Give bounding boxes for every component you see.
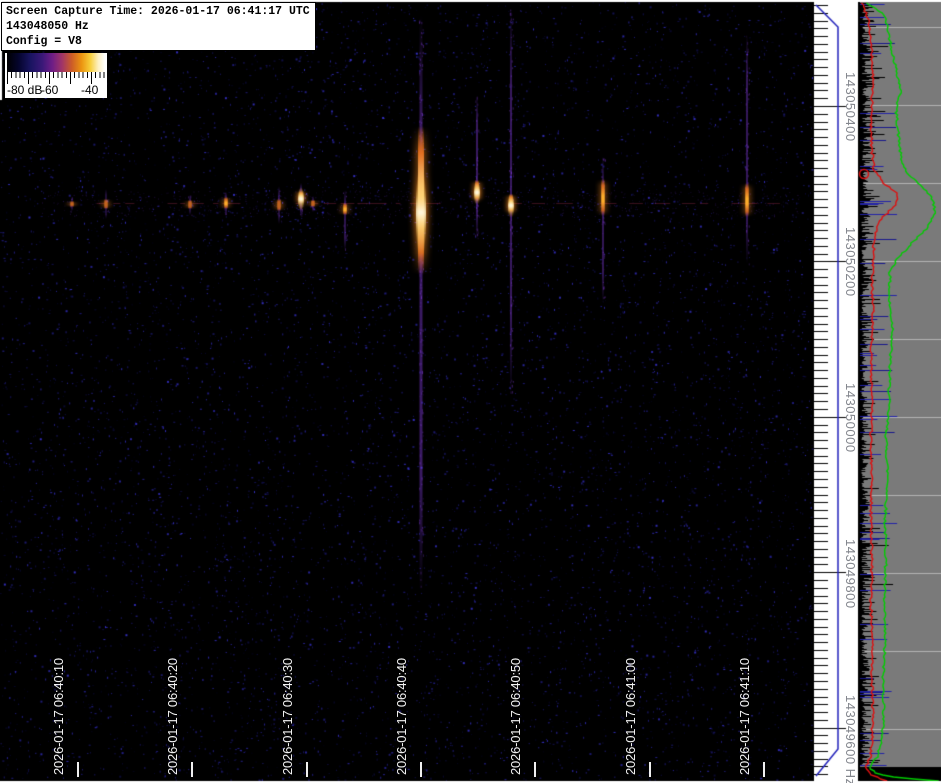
time-tick-mark	[420, 762, 422, 777]
time-axis-label: 2026-01-17 06:41:00	[623, 625, 639, 775]
colormap-gradient-bar	[7, 53, 105, 72]
time-axis-label: 2026-01-17 06:40:20	[165, 625, 181, 775]
frequency-axis-label: 143050000	[842, 383, 858, 453]
info-box: Screen Capture Time: 2026-01-17 06:41:17…	[1, 2, 316, 51]
frequency-axis-label: 143049600 Hz	[842, 695, 858, 783]
time-tick-mark	[306, 762, 308, 777]
frequency-axis-label: 143050400	[842, 72, 858, 142]
time-axis-label: 2026-01-17 06:40:50	[508, 625, 524, 775]
capture-time-text: Screen Capture Time: 2026-01-17 06:41:17…	[6, 4, 315, 19]
app-window: Screen Capture Time: 2026-01-17 06:41:17…	[0, 0, 941, 783]
scale-label-60db: -60	[41, 83, 58, 97]
time-tick-mark	[77, 762, 79, 777]
spectrogram-waterfall-canvas	[0, 0, 941, 783]
colormap-labels: -80 dB -60 -40	[5, 83, 107, 98]
config-text: Config = V8	[6, 34, 315, 49]
time-tick-mark	[534, 762, 536, 777]
time-tick-mark	[763, 762, 765, 777]
color-scale-legend: -80 dB -60 -40	[5, 53, 107, 98]
time-tick-mark	[191, 762, 193, 777]
scale-label-80db: -80 dB	[7, 83, 42, 97]
scale-label-40db: -40	[81, 83, 98, 97]
time-axis-label: 2026-01-17 06:40:40	[394, 625, 410, 775]
time-axis-label: 2026-01-17 06:41:10	[737, 625, 753, 775]
capture-frequency-text: 143048050 Hz	[6, 19, 315, 34]
time-axis-label: 2026-01-17 06:40:10	[51, 625, 67, 775]
time-tick-mark	[649, 762, 651, 777]
time-axis-label: 2026-01-17 06:40:30	[280, 625, 296, 775]
frequency-axis-label: 143050200	[842, 227, 858, 297]
frequency-axis-label: 143049800	[842, 539, 858, 609]
